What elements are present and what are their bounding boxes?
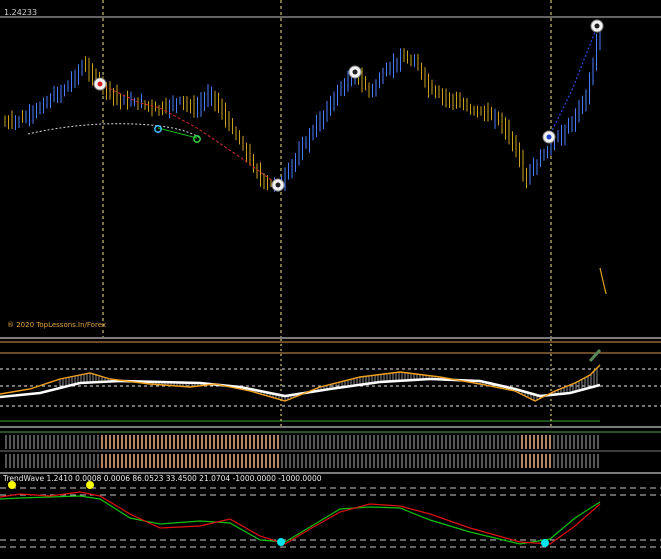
swing-marker-dot: [275, 182, 281, 188]
price-level-label: 1.24233: [4, 8, 38, 17]
signal-glyph: [193, 135, 201, 143]
trendwave-chart: [0, 481, 661, 548]
main-chart-pane[interactable]: 1.24233 ® 2020 TopLessons.In/Forex: [0, 0, 661, 337]
trendwave-green-line: [0, 495, 601, 545]
trendwave-red-line: [0, 491, 601, 545]
oscillator-signal-stroke: [588, 348, 602, 363]
oscillator-pane[interactable]: [0, 339, 661, 426]
copyright-label: ® 2020 TopLessons.In/Forex: [7, 321, 107, 329]
trendwave-label: TrendWave 1.2410 0.0008 0.0006 86.0523 3…: [3, 474, 322, 483]
trendwave-signal-dot: [277, 538, 285, 546]
swing-marker-dot: [352, 69, 358, 75]
swing-marker-dot: [97, 81, 103, 87]
trendwave-pane[interactable]: TrendWave 1.2410 0.0008 0.0006 86.0523 3…: [0, 474, 661, 559]
moving-average-line: [27, 123, 201, 139]
histogram-chart: [0, 431, 661, 468]
swing-marker-dot: [594, 23, 600, 29]
oscillator-chart: [0, 339, 661, 426]
swing-marker-dot: [546, 134, 552, 140]
projection-line: [599, 267, 607, 295]
wave-line-down: [99, 83, 279, 186]
price-chart: [0, 0, 661, 337]
histogram-pane[interactable]: [0, 428, 661, 472]
trendwave-signal-dot: [541, 539, 549, 547]
